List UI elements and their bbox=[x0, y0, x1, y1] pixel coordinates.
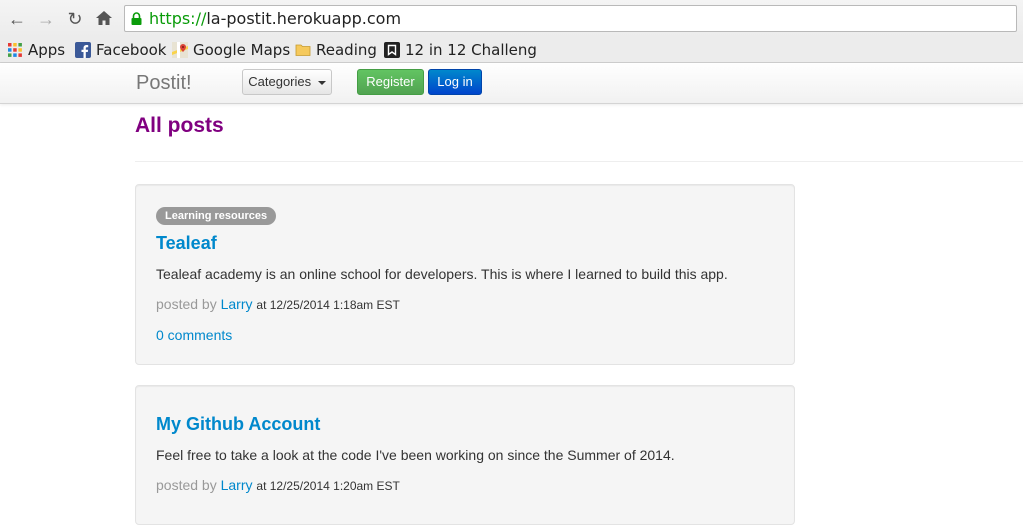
bookmark-facebook[interactable]: Facebook bbox=[75, 40, 166, 60]
register-button[interactable]: Register bbox=[357, 69, 424, 95]
author-link[interactable]: Larry bbox=[221, 296, 253, 312]
author-link[interactable]: Larry bbox=[221, 477, 253, 493]
post-description: Feel free to take a look at the code I'v… bbox=[156, 447, 675, 463]
home-icon[interactable] bbox=[94, 9, 114, 29]
bookmark-reading-folder[interactable]: Reading bbox=[295, 40, 377, 60]
post-title-link[interactable]: My Github Account bbox=[156, 414, 320, 435]
apps-grid-icon bbox=[8, 43, 22, 57]
categories-dropdown[interactable]: Categories bbox=[242, 69, 332, 95]
url-text[interactable]: https://la-postit.herokuapp.com bbox=[149, 8, 401, 30]
bookmark-label: Google Maps bbox=[193, 41, 291, 59]
app-navbar: Postit! Categories Register Log in bbox=[0, 63, 1023, 104]
posted-by-label: posted by bbox=[156, 477, 217, 493]
post-description: Tealeaf academy is an online school for … bbox=[156, 266, 728, 282]
browser-toolbar: ← → ↻ https://la-postit.herokuapp.com bbox=[0, 0, 1023, 38]
post-meta: posted by Larry at 12/25/2014 1:20am EST bbox=[156, 477, 400, 493]
bookmark-label: Facebook bbox=[96, 41, 167, 59]
post-card: Learning resources Tealeaf Tealeaf acade… bbox=[135, 184, 795, 365]
reload-icon[interactable]: ↻ bbox=[65, 9, 85, 29]
post-timestamp: at 12/25/2014 1:20am EST bbox=[256, 479, 400, 493]
posted-by-label: posted by bbox=[156, 296, 217, 312]
google-maps-icon bbox=[172, 42, 188, 58]
caret-down-icon bbox=[317, 80, 326, 85]
brand-link[interactable]: Postit! bbox=[136, 72, 192, 95]
lock-icon bbox=[131, 12, 142, 25]
category-badge[interactable]: Learning resources bbox=[156, 207, 277, 225]
post-timestamp: at 12/25/2014 1:18am EST bbox=[256, 298, 400, 312]
facebook-icon bbox=[75, 42, 91, 58]
folder-icon bbox=[295, 44, 311, 56]
post-title-link[interactable]: Tealeaf bbox=[156, 233, 217, 254]
url-scheme: https:// bbox=[149, 9, 207, 28]
title-divider bbox=[135, 161, 1023, 162]
address-bar[interactable]: https://la-postit.herokuapp.com bbox=[124, 5, 1017, 32]
categories-label: Categories bbox=[248, 74, 312, 89]
post-meta: posted by Larry at 12/25/2014 1:18am EST bbox=[156, 296, 400, 312]
bookmark-favicon-icon bbox=[384, 42, 400, 58]
bookmark-google-maps[interactable]: Google Maps bbox=[172, 40, 290, 60]
forward-arrow-icon[interactable]: → bbox=[36, 9, 56, 29]
back-arrow-icon[interactable]: ← bbox=[7, 9, 27, 29]
page-title: All posts bbox=[135, 114, 224, 137]
login-button[interactable]: Log in bbox=[428, 69, 482, 95]
bookmark-label: Reading bbox=[316, 41, 377, 59]
bookmark-apps[interactable]: Apps bbox=[7, 40, 65, 60]
post-card: My Github Account Feel free to take a lo… bbox=[135, 385, 795, 525]
bookmark-label: Apps bbox=[28, 41, 66, 59]
bookmark-label: 12 in 12 Challeng bbox=[405, 41, 537, 59]
url-host: la-postit.herokuapp.com bbox=[206, 9, 402, 28]
bookmark-12-in-12[interactable]: 12 in 12 Challeng bbox=[384, 40, 537, 60]
comments-link[interactable]: 0 comments bbox=[156, 327, 232, 343]
bookmarks-bar: Apps Facebook Google Maps Reading 12 in … bbox=[0, 38, 1023, 63]
